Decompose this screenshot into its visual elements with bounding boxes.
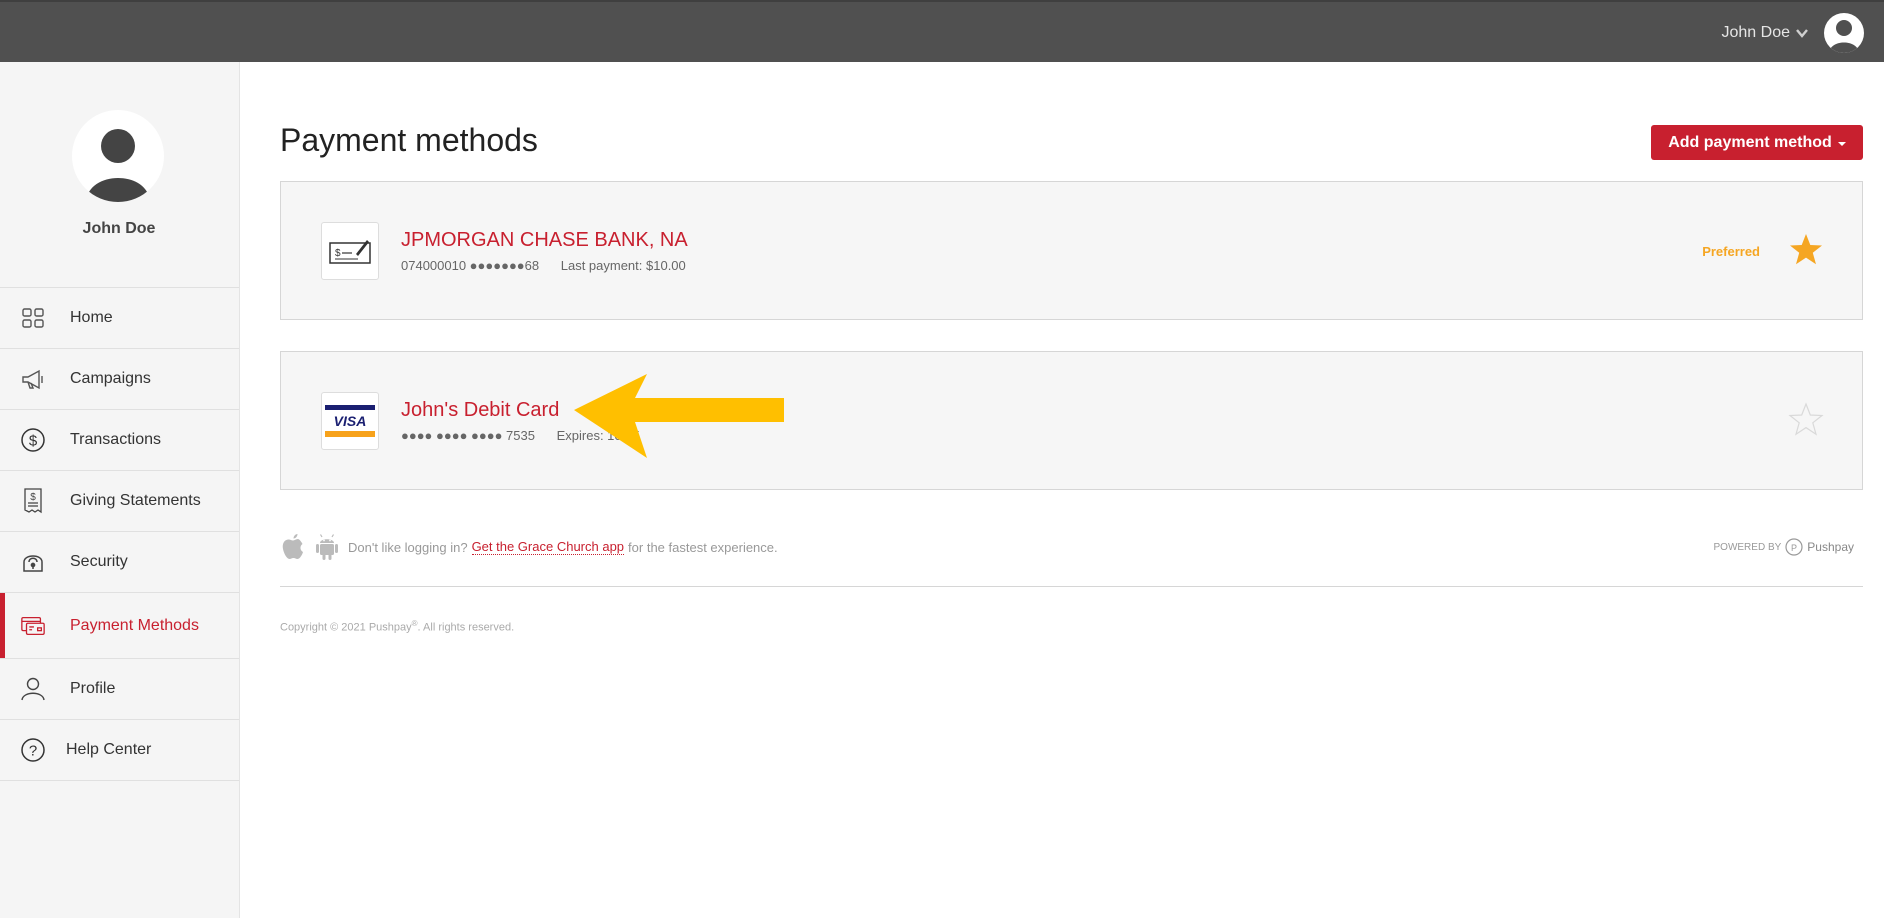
apple-icon[interactable] [280,533,306,561]
profile-avatar [72,110,164,202]
sidebar-nav: Home Campaigns $ Transactions $ Giving S… [0,287,239,781]
footer-divider [280,586,1863,587]
payment-method-details: 074000010 ●●●●●●●68 Last payment: $10.00 [401,258,686,273]
pushpay-logo-icon: P [1785,538,1803,556]
svg-text:?: ? [29,743,37,760]
person-icon [20,676,46,702]
page-title: Payment methods [280,122,538,158]
get-app-link[interactable]: Get the Grace Church app [471,539,625,555]
sidebar-item-security[interactable]: Security [0,532,239,593]
credit-card-icon [20,613,46,639]
star-filled-icon[interactable] [1788,232,1824,268]
annotation-arrow-icon [574,374,784,458]
android-icon[interactable] [314,533,340,561]
svg-text:$: $ [29,433,38,450]
user-name-label: John Doe [1721,24,1791,41]
add-payment-method-button[interactable]: Add payment method [1651,125,1863,160]
sidebar-item-label: Security [70,553,128,570]
user-avatar-icon[interactable] [1824,13,1864,53]
sidebar-item-label: Profile [70,680,116,697]
sidebar-item-label: Home [70,309,113,326]
sidebar: John Doe Home Campaigns $ Transactions $… [0,62,240,918]
user-menu[interactable]: John Doe [1722,12,1864,54]
preferred-label: Preferred [1702,244,1760,259]
sidebar-item-label: Giving Statements [70,492,201,509]
copyright-text: Copyright © 2021 Pushpay [280,621,412,634]
svg-text:$: $ [30,492,36,503]
sidebar-item-label: Payment Methods [70,616,199,634]
question-circle-icon: ? [20,737,46,763]
copyright: Copyright © 2021 Pushpay®. All rights re… [280,619,514,634]
chevron-down-icon [1796,29,1808,38]
caret-down-icon [1837,141,1846,146]
sidebar-item-label: Help Center [66,741,152,758]
user-menu-name[interactable]: John Doe [1722,24,1809,42]
sidebar-item-payment-methods[interactable]: Payment Methods [0,593,239,659]
sidebar-item-label: Campaigns [70,370,151,387]
sidebar-item-home[interactable]: Home [0,288,239,349]
star-outline-icon[interactable] [1788,402,1824,438]
sidebar-item-label: Transactions [70,431,161,448]
sidebar-item-help-center[interactable]: ? Help Center [0,720,239,781]
svg-text:VISA: VISA [334,413,367,429]
sidebar-item-transactions[interactable]: $ Transactions [0,410,239,471]
powered-by-label: POWERED BY [1713,541,1782,553]
svg-text:P: P [1791,543,1797,553]
megaphone-icon [20,366,46,392]
add-payment-method-label: Add payment method [1668,133,1832,151]
sidebar-item-campaigns[interactable]: Campaigns [0,349,239,410]
card-number: ●●●● ●●●● ●●●● 7535 [401,428,535,443]
copyright-tail: . All rights reserved. [417,621,515,634]
app-promo: Don't like logging in? Get the Grace Chu… [280,531,778,563]
receipt-icon: $ [20,488,46,514]
visa-card-icon: VISA [321,392,379,450]
account-number: 074000010 ●●●●●●●68 [401,258,540,273]
last-payment: Last payment: $10.00 [560,258,686,273]
payment-method-card[interactable]: $ JPMORGAN CHASE BANK, NA 074000010 ●●●●… [280,181,1863,320]
pushpay-name: Pushpay [1807,540,1854,554]
app-promo-tail: for the fastest experience. [628,539,778,555]
dollar-circle-icon: $ [20,427,46,453]
lock-icon [20,549,46,575]
check-icon: $ [321,222,379,280]
svg-text:$: $ [335,248,341,259]
app-promo-text: Don't like logging in? [348,539,468,555]
profile-name: John Doe [82,220,156,237]
grid-icon [20,305,46,331]
top-bar: John Doe [0,0,1884,62]
sidebar-item-giving-statements[interactable]: $ Giving Statements [0,471,239,532]
payment-method-card[interactable]: VISA John's Debit Card ●●●● ●●●● ●●●● 75… [280,351,1863,490]
powered-by: POWERED BY P Pushpay [1713,538,1854,556]
sidebar-item-profile[interactable]: Profile [0,659,239,720]
payment-method-name[interactable]: John's Debit Card [401,399,559,422]
payment-method-name[interactable]: JPMORGAN CHASE BANK, NA [401,229,688,252]
